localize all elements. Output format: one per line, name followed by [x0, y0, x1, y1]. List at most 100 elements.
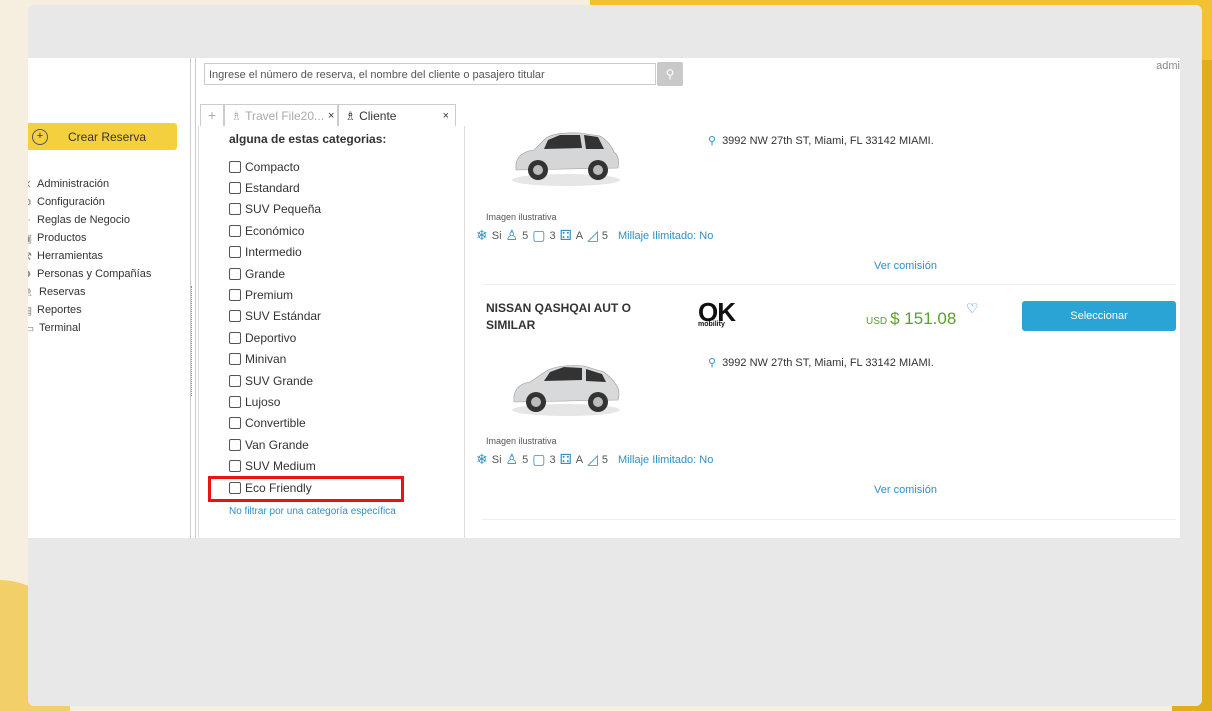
checkbox[interactable] — [229, 438, 241, 451]
passengers-value: 5 — [522, 229, 529, 242]
sidebar-item-label: Herramientas — [37, 250, 104, 262]
checkbox[interactable] — [229, 267, 241, 280]
checkbox[interactable] — [229, 289, 241, 302]
category-option[interactable]: Estandard — [229, 177, 321, 198]
checkbox[interactable] — [229, 395, 241, 408]
checkbox[interactable] — [229, 331, 241, 344]
no-filter-link[interactable]: No filtrar por una categoría específica — [229, 506, 396, 517]
checkbox[interactable] — [229, 160, 241, 173]
sidebar-item-reportes[interactable]: +▤Reportes — [28, 301, 151, 319]
tab-bar: + ♗ Travel File20... × ♗ Cliente × — [200, 104, 456, 126]
category-label: Van Grande — [245, 437, 309, 452]
people-icon: ☻ — [28, 267, 34, 281]
filter-heading: alguna de estas categorias: — [229, 132, 387, 146]
category-label: Minivan — [245, 352, 287, 367]
favorite-heart-icon[interactable]: ♡ — [966, 300, 979, 317]
category-label: Intermedio — [245, 245, 302, 260]
image-note: Imagen ilustrativa — [486, 436, 557, 446]
category-option[interactable]: SUV Medium — [229, 455, 321, 476]
category-label: Estandard — [245, 181, 300, 196]
sidebar-item-personas[interactable]: +☻Personas y Compañías — [28, 265, 151, 283]
category-option[interactable]: Minivan — [229, 349, 321, 370]
category-option[interactable]: Compacto — [229, 156, 321, 177]
category-option[interactable]: Intermedio — [229, 242, 321, 263]
app-window: + Crear Reserva +✕Administración +⚙Confi… — [28, 5, 1202, 706]
category-option[interactable]: Van Grande — [229, 434, 321, 455]
close-icon[interactable]: × — [443, 110, 449, 122]
snowflake-icon: ❄ — [476, 451, 488, 467]
search-input[interactable]: Ingrese el número de reserva, el nombre … — [204, 63, 656, 85]
mileage-info: Millaje Ilimitado: No — [617, 453, 714, 466]
sidebar-item-configuracion[interactable]: +⚙Configuración — [28, 193, 151, 211]
create-reservation-button[interactable]: + Crear Reserva — [28, 123, 177, 150]
ac-value: Si — [491, 229, 502, 242]
select-button[interactable]: Seleccionar — [1022, 301, 1176, 331]
sidebar-item-terminal[interactable]: ▭ Terminal — [28, 319, 151, 337]
category-option[interactable]: SUV Pequeña — [229, 199, 321, 220]
checkbox[interactable] — [229, 224, 241, 237]
sidebar-item-herramientas[interactable]: +⚒Herramientas — [28, 247, 151, 265]
category-option[interactable]: SUV Estándar — [229, 306, 321, 327]
sidebar-item-label: Configuración — [37, 196, 105, 208]
provider-logo: OK mobility — [698, 297, 736, 328]
wrench-icon: ⚒ — [28, 249, 34, 263]
category-option[interactable]: Lujoso — [229, 391, 321, 412]
sidebar-item-label: Terminal — [39, 322, 81, 334]
checkbox[interactable] — [229, 417, 241, 430]
search-button[interactable]: ⚲ — [657, 62, 683, 86]
checkbox[interactable] — [229, 353, 241, 366]
see-commission-link[interactable]: Ver comisión — [874, 484, 937, 496]
category-label: Deportivo — [245, 330, 297, 345]
box-icon: ▣ — [28, 231, 34, 245]
category-option[interactable]: Deportivo — [229, 327, 321, 348]
door-icon: ◿ — [587, 227, 598, 243]
tab-travel-file[interactable]: ♗ Travel File20... × — [224, 104, 338, 126]
checkbox[interactable] — [229, 310, 241, 323]
checkbox[interactable] — [229, 182, 241, 195]
add-tab-button[interactable]: + — [200, 104, 224, 126]
category-label: SUV Estándar — [245, 309, 322, 324]
sidebar-item-label: Personas y Compañías — [37, 268, 152, 280]
sidebar-item-label: Productos — [37, 232, 87, 244]
image-note: Imagen ilustrativa — [486, 212, 557, 222]
category-option[interactable]: Grande — [229, 263, 321, 284]
car-name: NISSAN QASHQAI AUT O SIMILAR — [486, 301, 631, 332]
car-image — [512, 132, 620, 186]
category-label: Económico — [245, 223, 305, 238]
sidebar-item-label: Reportes — [37, 304, 82, 316]
tab-cliente[interactable]: ♗ Cliente × — [338, 104, 456, 126]
sidebar-item-label: Administración — [37, 178, 110, 190]
category-label: Lujoso — [245, 394, 281, 409]
car-features: ❄ Si ♙ 5 ▢ 3 ⚃ A ◿ 5 Millaje Ilimitado: No — [476, 227, 713, 244]
sidebar-item-label: Reservas — [39, 286, 86, 298]
tab-label: Travel File20... — [245, 108, 325, 123]
splitter-grip[interactable] — [191, 286, 194, 396]
divider — [482, 284, 1176, 285]
gearbox-icon: ⚃ — [559, 227, 572, 243]
category-option[interactable]: SUV Grande — [229, 370, 321, 391]
see-commission-link[interactable]: Ver comisión — [874, 260, 937, 272]
create-reservation-label: Crear Reserva — [68, 129, 147, 144]
transmission-value: A — [575, 229, 584, 242]
gearbox-icon: ⚃ — [559, 451, 572, 467]
category-option[interactable]: Económico — [229, 220, 321, 241]
checkbox[interactable] — [229, 203, 241, 216]
checkbox[interactable] — [229, 460, 241, 473]
car-features: ❄ Si ♙ 5 ▢ 3 ⚃ A ◿ 5 Millaje Ilimitado: No — [476, 451, 713, 468]
close-icon[interactable]: × — [328, 110, 334, 122]
sidebar-item-label: Reglas de Negocio — [37, 214, 130, 226]
checkbox[interactable] — [229, 246, 241, 259]
user-name[interactable]: admi — [1156, 60, 1180, 72]
sidebar-splitter[interactable] — [190, 58, 196, 538]
passengers-value: 5 — [522, 453, 529, 466]
category-option[interactable]: Convertible — [229, 413, 321, 434]
sidebar-item-administracion[interactable]: +✕Administración — [28, 175, 151, 193]
sidebar-item-reglas[interactable]: +⁘Reglas de Negocio — [28, 211, 151, 229]
traveler-icon: ♗ — [231, 108, 246, 123]
category-option[interactable]: Premium — [229, 284, 321, 305]
passenger-icon: ♙ — [505, 451, 519, 467]
checkbox[interactable] — [229, 374, 241, 387]
passenger-icon: ♙ — [505, 227, 519, 243]
sidebar-item-reservas[interactable]: ♗ Reservas — [28, 283, 151, 301]
sidebar-item-productos[interactable]: +▣Productos — [28, 229, 151, 247]
